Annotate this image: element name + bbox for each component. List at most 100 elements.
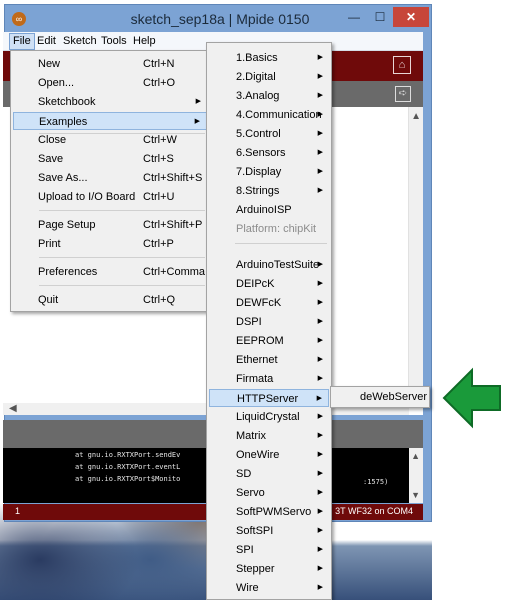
submenu-arrow-icon: ▶ (317, 356, 323, 363)
example-onewire[interactable]: OneWire ▶ (209, 446, 329, 464)
example-digital[interactable]: 2.Digital ▶ (209, 68, 329, 86)
menu-separator (39, 257, 205, 258)
scroll-left-icon[interactable]: ◀ (9, 403, 17, 414)
menu-item-page-setup[interactable]: Page Setup Ctrl+Shift+P (13, 216, 207, 234)
console-line: at gnu.io.RXTXPort.sendEv (75, 451, 181, 459)
example-sensors[interactable]: 6.Sensors ▶ (209, 144, 329, 162)
submenu-arrow-icon: ▶ (317, 73, 323, 80)
example-basics[interactable]: 1.Basics ▶ (209, 49, 329, 67)
menu-item-preferences[interactable]: Preferences Ctrl+Comma (13, 263, 207, 281)
menu-sketch[interactable]: Sketch (60, 34, 100, 49)
window-title: sketch_sep18a | Mpide 0150 (130, 11, 310, 27)
submenu-arrow-icon: ▶ (317, 299, 323, 306)
menu-item-open[interactable]: Open... Ctrl+O (13, 74, 207, 92)
submenu-arrow-icon: ▶ (317, 111, 323, 118)
menu-file[interactable]: File (9, 33, 35, 50)
submenu-arrow-icon: ▶ (317, 187, 323, 194)
example-arduinotestsuite[interactable]: ArduinoTestSuite ▶ (209, 256, 329, 274)
submenu-arrow-icon: ▶ (317, 584, 323, 591)
example-stepper[interactable]: Stepper ▶ (209, 560, 329, 578)
example-communication[interactable]: 4.Communication ▶ (209, 106, 329, 124)
menu-separator (235, 243, 327, 244)
mpide-icon[interactable]: ∞ (12, 12, 26, 26)
submenu-arrow-icon: ▶ (317, 508, 323, 515)
submenu-arrow-icon: ▶ (195, 98, 201, 105)
example-httpserver[interactable]: HTTPServer ▶ (209, 389, 329, 407)
submenu-arrow-icon: ▶ (316, 395, 322, 402)
submenu-arrow-icon: ▶ (317, 451, 323, 458)
example-eeprom[interactable]: EEPROM ▶ (209, 332, 329, 350)
menu-edit[interactable]: Edit (34, 34, 59, 49)
example-liquidcrystal[interactable]: LiquidCrystal ▶ (209, 408, 329, 426)
example-sd[interactable]: SD ▶ (209, 465, 329, 483)
submenu-arrow-icon: ▶ (317, 318, 323, 325)
example-display[interactable]: 7.Display ▶ (209, 163, 329, 181)
example-softpwmservo[interactable]: SoftPWMServo ▶ (209, 503, 329, 521)
example-strings[interactable]: 8.Strings ▶ (209, 182, 329, 200)
console-line: at gnu.io.RXTXPort$Monito (75, 475, 181, 483)
submenu-arrow-icon: ▶ (317, 489, 323, 496)
menu-help[interactable]: Help (130, 34, 159, 49)
submenu-arrow-icon: ▶ (194, 118, 200, 125)
platform-chipkit-label: Platform: chipKit (236, 223, 317, 235)
close-button[interactable]: ✕ (393, 7, 429, 27)
editor-vertical-scrollbar[interactable]: ▲ (408, 107, 423, 403)
submenu-arrow-icon: ▶ (317, 413, 323, 420)
board-port-label: 3T WF32 on COM4 (335, 506, 413, 516)
menu-tools[interactable]: Tools (98, 34, 130, 49)
submenu-arrow-icon: ▶ (317, 130, 323, 137)
example-control[interactable]: 5.Control ▶ (209, 125, 329, 143)
scroll-down-icon[interactable]: ▼ (411, 490, 420, 500)
console-scrollbar[interactable]: ▲ ▼ (409, 448, 423, 503)
example-analog[interactable]: 3.Analog ▶ (209, 87, 329, 105)
menu-item-save[interactable]: Save Ctrl+S (13, 150, 207, 168)
console-line: at gnu.io.RXTXPort.eventL (75, 463, 181, 471)
submenu-arrow-icon: ▶ (317, 375, 323, 382)
file-menu: New Ctrl+N Open... Ctrl+O Sketchbook ▶ Exam… (10, 50, 210, 312)
desktop-area (432, 0, 508, 600)
serial-monitor-icon[interactable]: ⌂ (393, 56, 411, 74)
menu-item-quit[interactable]: Quit Ctrl+Q (13, 291, 207, 309)
example-wire[interactable]: Wire ▶ (209, 579, 329, 597)
maximize-button[interactable]: ☐ (367, 7, 393, 27)
httpserver-submenu: deWebServer (330, 386, 430, 408)
example-firmata[interactable]: Firmata ▶ (209, 370, 329, 388)
menu-separator (39, 285, 205, 286)
example-spi[interactable]: SPI ▶ (209, 541, 329, 559)
example-softspi[interactable]: SoftSPI ▶ (209, 522, 329, 540)
submenu-arrow-icon: ▶ (317, 565, 323, 572)
example-deipck[interactable]: DEIPcK ▶ (209, 275, 329, 293)
submenu-arrow-icon: ▶ (317, 280, 323, 287)
example-dewfck[interactable]: DEWFcK ▶ (209, 294, 329, 312)
submenu-arrow-icon: ▶ (317, 337, 323, 344)
menu-item-upload[interactable]: Upload to I/O Board Ctrl+U (13, 188, 207, 206)
example-servo[interactable]: Servo ▶ (209, 484, 329, 502)
minimize-button[interactable]: — (341, 7, 367, 27)
console-line-tail: :1575) (363, 478, 389, 486)
submenu-arrow-icon: ▶ (317, 527, 323, 534)
submenu-arrow-icon: ▶ (317, 54, 323, 61)
submenu-arrow-icon: ▶ (317, 149, 323, 156)
submenu-arrow-icon: ▶ (317, 92, 323, 99)
example-dewebserver[interactable]: deWebServer (333, 389, 427, 406)
menu-item-sketchbook[interactable]: Sketchbook ▶ (13, 93, 207, 111)
scroll-up-icon[interactable]: ▲ (411, 451, 420, 461)
tab-menu-icon[interactable]: ➪ (395, 86, 411, 102)
submenu-arrow-icon: ▶ (317, 168, 323, 175)
menu-item-close[interactable]: Close Ctrl+W (13, 131, 207, 149)
menu-item-new[interactable]: New Ctrl+N (13, 55, 207, 73)
submenu-arrow-icon: ▶ (317, 432, 323, 439)
scroll-up-icon[interactable]: ▲ (411, 111, 421, 122)
example-ethernet[interactable]: Ethernet ▶ (209, 351, 329, 369)
example-arduinoisp[interactable]: ArduinoISP (209, 201, 329, 219)
menu-item-examples[interactable]: Examples ▶ (13, 112, 207, 130)
example-dspi[interactable]: DSPI ▶ (209, 313, 329, 331)
menu-item-save-as[interactable]: Save As... Ctrl+Shift+S (13, 169, 207, 187)
submenu-arrow-icon: ▶ (317, 546, 323, 553)
menu-item-print[interactable]: Print Ctrl+P (13, 235, 207, 253)
line-number: 1 (15, 506, 21, 516)
green-arrow-icon (442, 367, 501, 429)
example-matrix[interactable]: Matrix ▶ (209, 427, 329, 445)
title-bar[interactable]: ∞ sketch_sep18a | Mpide 0150 — ☐ ✕ (5, 5, 431, 33)
submenu-arrow-icon: ▶ (317, 470, 323, 477)
